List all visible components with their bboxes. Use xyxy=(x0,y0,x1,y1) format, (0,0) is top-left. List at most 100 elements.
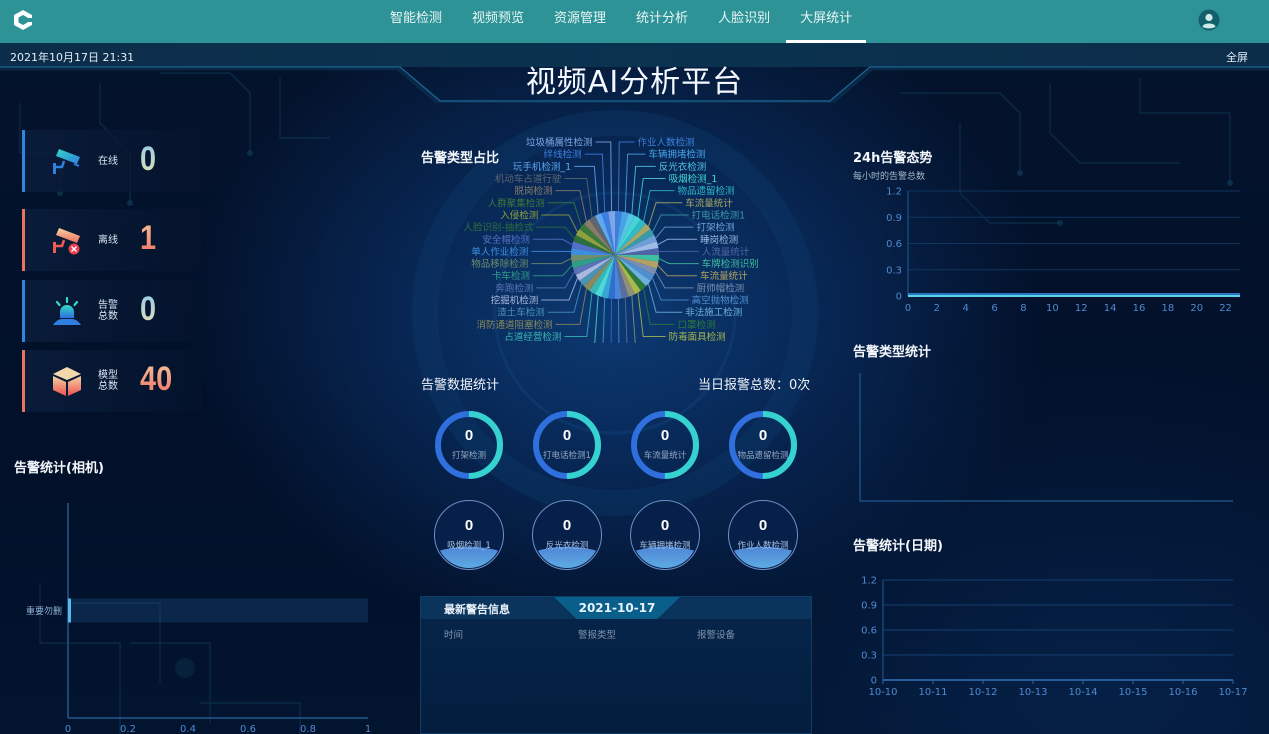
pie-label: 物品移除检测 xyxy=(471,258,528,270)
column-header-device: 报警设备 xyxy=(697,630,736,641)
type-stats-empty-chart xyxy=(859,373,1233,502)
pie-label-line xyxy=(637,177,666,218)
gauge-value: 0 xyxy=(758,427,768,444)
gauge-value: 0 xyxy=(660,427,670,444)
pie-label-line xyxy=(541,214,578,233)
alarm-stats-title: 告警数据统计 xyxy=(421,378,500,393)
gauge-value: 0 xyxy=(758,517,768,534)
stat-value-model-total: 40 xyxy=(140,360,173,398)
nav-tab-face-recognition[interactable]: 人脸识别 xyxy=(704,0,784,43)
nav-tab-resource-management[interactable]: 资源管理 xyxy=(540,0,620,43)
nav-tab-smart-detection[interactable]: 智能检测 xyxy=(376,0,456,43)
pie-label: 安全帽检测 xyxy=(482,234,530,246)
pie-label: 口罩检测 xyxy=(677,319,715,331)
pie-label-line xyxy=(531,258,572,265)
trend-24h-subtitle: 每小时的告警总数 xyxy=(853,172,926,182)
x-tick-label: 10-12 xyxy=(968,687,997,698)
ring-gauge: 0 打架检测 xyxy=(433,409,505,481)
x-tick-label: 10-13 xyxy=(1018,687,1047,698)
stat-label-line: 总数 xyxy=(98,381,118,392)
pie-label: 作业人数检测 xyxy=(637,137,694,149)
daily-alarm-total: 当日报警总数：0次 xyxy=(698,378,811,393)
pie-label: 机动车占道行驶 xyxy=(495,173,562,185)
x-tick-label: 20 xyxy=(1190,303,1203,314)
liquid-gauge-graphic xyxy=(630,500,700,570)
pie-label-line xyxy=(655,226,694,239)
pie-label: 人群聚集检测 xyxy=(488,197,545,209)
hexagon-c-logo-icon[interactable] xyxy=(12,9,34,31)
y-tick-label: 1.2 xyxy=(886,187,902,198)
stat-label: 模型 总数 xyxy=(98,350,126,412)
y-tick-label: 0.3 xyxy=(861,651,877,662)
pie-label-line xyxy=(631,295,636,343)
y-tick-label: 0.6 xyxy=(886,239,902,250)
pie-label: 车牌检测识别 xyxy=(702,258,759,270)
x-tick-label: 8 xyxy=(1020,303,1026,314)
pie-label-line xyxy=(657,238,698,246)
page-title: 视频AI分析平台 xyxy=(525,65,744,100)
camera-icon xyxy=(53,149,80,174)
pie-label: 高空抛物检测 xyxy=(692,295,749,307)
x-tick-label: 18 xyxy=(1161,303,1174,314)
x-tick-label: 10 xyxy=(1046,303,1059,314)
nav-tab-big-screen[interactable]: 大屏统计 xyxy=(786,0,867,43)
pie-label: 垃圾桶属性检测 xyxy=(526,137,593,149)
x-tick-label: 14 xyxy=(1104,303,1117,314)
pie-label: 打电话检测1 xyxy=(692,209,746,221)
pie-label-line xyxy=(536,226,575,239)
pie-label: 单人作业检测 xyxy=(471,246,528,258)
pie-label-line xyxy=(652,214,689,233)
pie-label: 奔跑检测 xyxy=(495,282,533,294)
stat-label: 离线 xyxy=(98,234,118,246)
stat-value-offline: 1 xyxy=(140,219,157,257)
ring-gauge-graphic xyxy=(435,411,503,479)
stat-label: 告警 总数 xyxy=(98,280,126,342)
x-tick-label: 4 xyxy=(963,303,969,314)
latest-alerts-title: 最新警告信息 xyxy=(444,603,510,616)
y-tick-label: 0.6 xyxy=(861,626,877,637)
pie-label: 反光衣检测 xyxy=(659,161,707,173)
pie-label-line xyxy=(564,292,593,338)
pie-label: 脱岗检测 xyxy=(515,185,553,197)
x-tick-label: 10-11 xyxy=(918,687,947,698)
ring-gauge: 0 物品遗留检测 xyxy=(727,409,799,481)
x-tick-label: 22 xyxy=(1219,303,1232,314)
liquid-gauge: 0 反光衣检测 xyxy=(531,499,603,571)
latest-alerts-panel: 最新警告信息 2021-10-17 时间 警报类型 报警设备 xyxy=(420,596,812,734)
pie-label-line xyxy=(657,264,698,277)
x-tick-label: 10-10 xyxy=(868,687,897,698)
nav-tab-video-preview[interactable]: 视频预览 xyxy=(458,0,538,43)
x-tick-label: 10-17 xyxy=(1218,687,1247,698)
pie-label: 车辆拥堵检测 xyxy=(648,149,705,161)
trend-24h-line-chart: 0 0.3 0.6 0.9 1.2 0 2 4 6 8 10 12 14 16 18 20 22 xyxy=(886,187,1240,314)
pie-label: 占道经营检测 xyxy=(504,331,561,343)
bar xyxy=(68,598,71,623)
pie-label: 人流量统计 xyxy=(702,246,750,258)
stat-label: 在线 xyxy=(98,155,118,167)
pie-label-line xyxy=(541,277,578,301)
type-stats-title: 告警类型统计 xyxy=(853,345,932,360)
user-avatar-icon[interactable] xyxy=(1198,9,1220,31)
liquid-gauge: 0 车辆拥堵检测 xyxy=(629,499,701,571)
gauge-label: 打架检测 xyxy=(451,451,486,461)
y-tick-label: 0.9 xyxy=(886,213,902,224)
date-stats-line-chart: 0 0.3 0.6 0.9 1.2 10-10 10-11 10-12 10-13 10-14 10… xyxy=(861,576,1247,699)
x-tick-label: 2 xyxy=(934,303,940,314)
pie-label: 厨师帽检测 xyxy=(697,282,745,294)
liquid-gauge-graphic xyxy=(532,500,602,570)
nav-tab-statistics[interactable]: 统计分析 xyxy=(622,0,702,43)
pie-label: 物品遗留检测 xyxy=(677,185,734,197)
latest-alerts-date[interactable]: 2021-10-17 xyxy=(554,601,680,615)
pie-label-line xyxy=(555,190,587,222)
x-tick-label: 0.8 xyxy=(300,724,316,734)
gauge-label: 作业人数检测 xyxy=(737,541,789,551)
gauge-value: 0 xyxy=(660,517,670,534)
pie-label-line xyxy=(637,292,666,338)
gauge-label: 车流量统计 xyxy=(643,451,687,461)
gauge-value: 0 xyxy=(562,517,572,534)
pie-label-line xyxy=(594,295,599,343)
pie-label: 睡岗检测 xyxy=(700,234,738,246)
pie-label-line xyxy=(643,190,675,222)
main-nav-tabs: 智能检测 视频预览 资源管理 统计分析 人脸识别 大屏统计 xyxy=(376,0,868,43)
x-tick-label: 0.6 xyxy=(240,724,256,734)
